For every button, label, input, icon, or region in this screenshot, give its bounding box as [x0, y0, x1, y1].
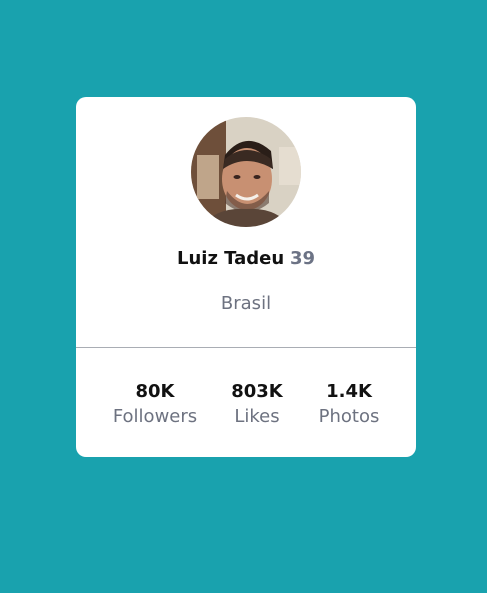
stat-value: 1.4K: [326, 381, 372, 402]
stat-followers: 80K Followers: [106, 379, 204, 429]
profile-country: Brasil: [220, 293, 272, 314]
avatar-photo: [191, 117, 301, 227]
stat-value: 803K: [231, 381, 283, 402]
avatar: [191, 117, 301, 227]
stat-photos: 1.4K Photos: [312, 379, 386, 429]
stat-value: 80K: [135, 381, 175, 402]
profile-age: 39: [289, 248, 315, 269]
stat-label: Likes: [234, 406, 280, 427]
profile-name: Luiz Tadeu: [176, 248, 285, 269]
profile-card: Luiz Tadeu 39 Brasil 80K Followers 803K …: [76, 97, 416, 457]
stat-likes: 803K Likes: [220, 379, 294, 429]
divider: [76, 347, 416, 348]
stat-label: Followers: [112, 406, 198, 427]
profile-name-row: Luiz Tadeu 39: [76, 245, 416, 273]
stat-label: Photos: [318, 406, 380, 427]
